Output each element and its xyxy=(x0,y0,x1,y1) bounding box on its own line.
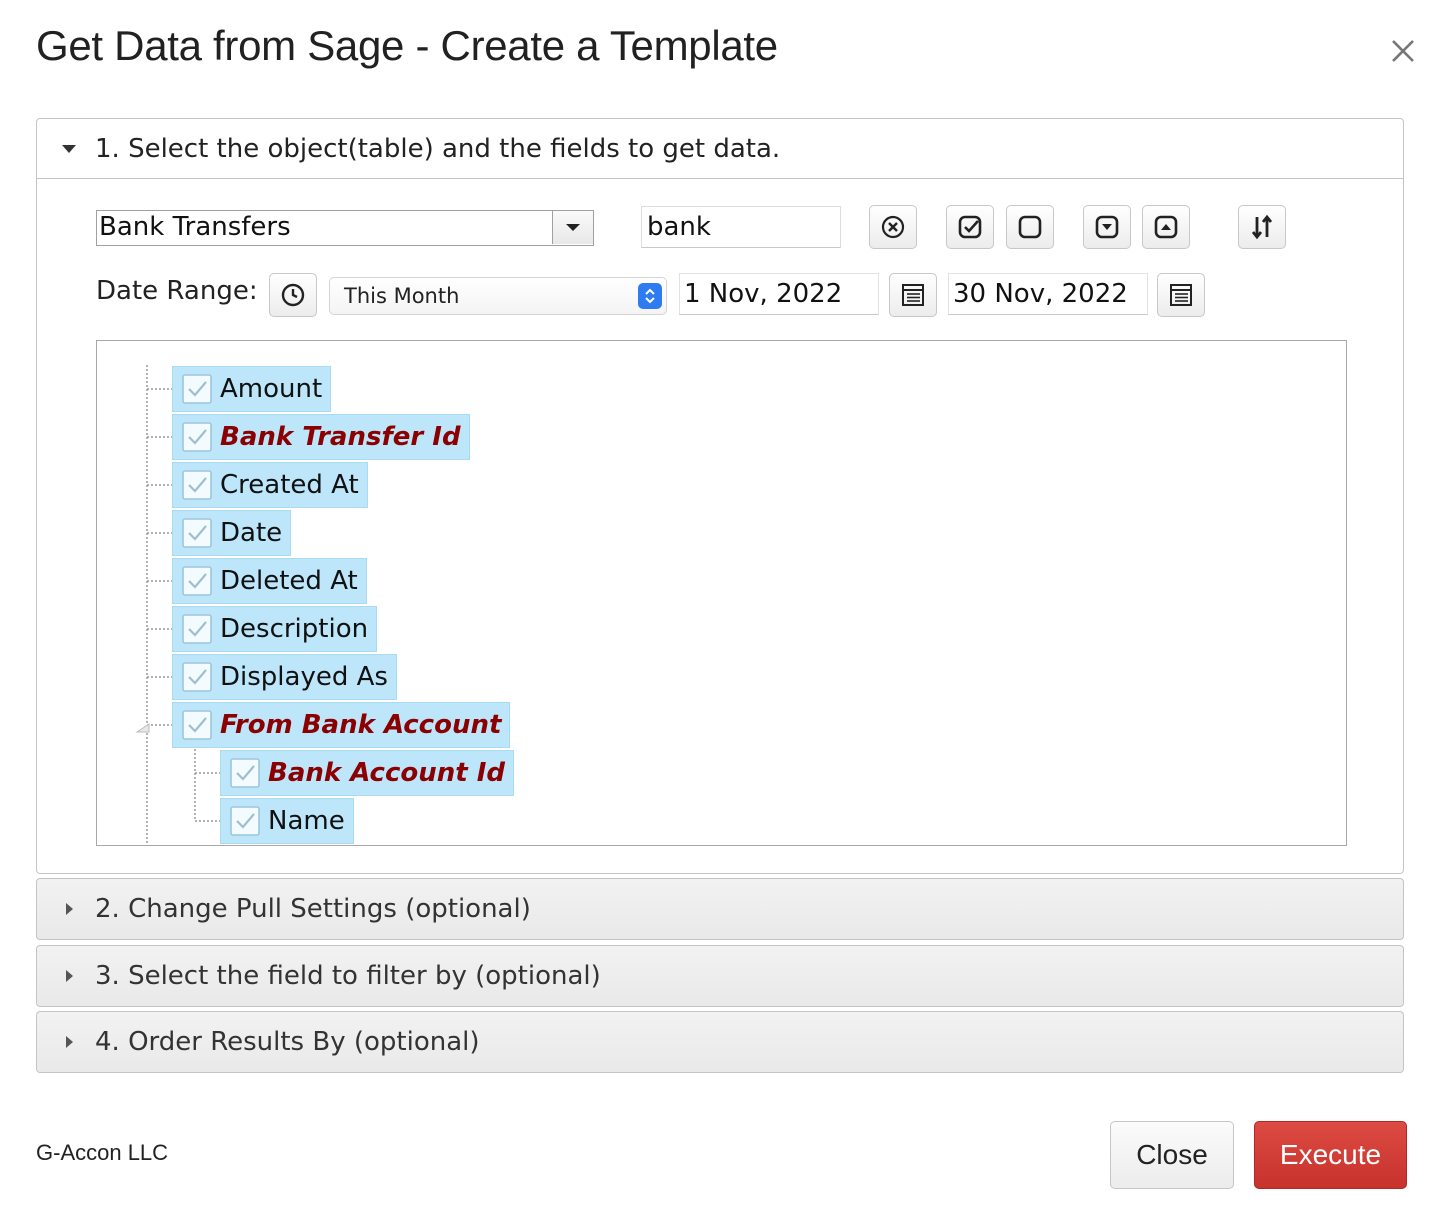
select-stepper-icon xyxy=(638,283,662,309)
search-input[interactable]: bank xyxy=(641,206,841,248)
section-1-title: 1. Select the object(table) and the fiel… xyxy=(95,134,781,164)
section-1-header[interactable]: 1. Select the object(table) and the fiel… xyxy=(37,119,1403,179)
end-date-picker-button[interactable] xyxy=(1157,273,1205,317)
section-select-object: 1. Select the object(table) and the fiel… xyxy=(36,118,1404,874)
section-2-title: 2. Change Pull Settings (optional) xyxy=(95,894,531,924)
end-date-input[interactable]: 30 Nov, 2022 xyxy=(948,273,1148,315)
collapse-all-button[interactable] xyxy=(1083,205,1131,249)
date-range-preset-select[interactable]: This Month xyxy=(329,277,667,315)
uncheck-all-button[interactable] xyxy=(1006,205,1054,249)
caret-right-icon xyxy=(66,970,73,982)
check-all-button[interactable] xyxy=(946,205,994,249)
section-2-header[interactable]: 2. Change Pull Settings (optional) xyxy=(37,879,1403,939)
clear-search-button[interactable] xyxy=(869,205,917,249)
tree-node[interactable]: Created At xyxy=(172,462,368,508)
checkbox-checked-icon[interactable] xyxy=(181,469,213,501)
tree-node-label: Description xyxy=(220,614,369,644)
tree-node-label: Name xyxy=(268,806,345,836)
sort-icon xyxy=(1251,214,1273,240)
caret-right-icon xyxy=(66,903,73,915)
field-tree[interactable]: Amount Bank Transfer Id Created At Date Dele… xyxy=(96,340,1347,846)
tree-node[interactable]: Name xyxy=(220,798,354,844)
close-button[interactable]: Close xyxy=(1110,1121,1234,1189)
section-filter-field[interactable]: 3. Select the field to filter by (option… xyxy=(36,945,1404,1007)
uncheck-all-icon xyxy=(1018,215,1042,239)
execute-button[interactable]: Execute xyxy=(1254,1121,1407,1189)
checkbox-checked-icon[interactable] xyxy=(181,373,213,405)
date-range-clock-button[interactable] xyxy=(269,273,317,317)
tree-node-label: Bank Transfer Id xyxy=(220,422,461,452)
tree-node[interactable]: Deleted At xyxy=(172,558,367,604)
tree-node-label: Deleted At xyxy=(220,566,358,596)
caret-right-icon xyxy=(66,1036,73,1048)
calendar-list-icon xyxy=(902,284,924,306)
checkbox-checked-icon[interactable] xyxy=(181,613,213,645)
dropdown-arrow-icon[interactable] xyxy=(552,211,593,244)
checkbox-checked-icon[interactable] xyxy=(229,805,261,837)
checkbox-checked-icon[interactable] xyxy=(181,517,213,549)
tree-node[interactable]: Description xyxy=(172,606,378,652)
calendar-list-icon xyxy=(1170,284,1192,306)
section-pull-settings[interactable]: 2. Change Pull Settings (optional) xyxy=(36,878,1404,940)
tree-node-label: From Bank Account xyxy=(220,710,502,740)
checkbox-checked-icon[interactable] xyxy=(181,565,213,597)
start-date-picker-button[interactable] xyxy=(889,273,937,317)
sort-button[interactable] xyxy=(1238,205,1286,249)
object-select[interactable]: Bank Transfers xyxy=(96,210,594,246)
tree-node-label: Date xyxy=(220,518,283,548)
checkbox-checked-icon[interactable] xyxy=(181,421,213,453)
clock-icon xyxy=(281,283,305,307)
section-3-header[interactable]: 3. Select the field to filter by (option… xyxy=(37,946,1403,1006)
section-4-title: 4. Order Results By (optional) xyxy=(95,1027,480,1057)
start-date-input[interactable]: 1 Nov, 2022 xyxy=(679,273,879,315)
tree-node[interactable]: Date xyxy=(172,510,292,556)
check-all-icon xyxy=(958,215,982,239)
section-4-header[interactable]: 4. Order Results By (optional) xyxy=(37,1012,1403,1072)
tree-node-label: Bank Account Id xyxy=(268,758,506,788)
tree-node[interactable]: Bank Transfer Id xyxy=(172,414,470,460)
section-3-title: 3. Select the field to filter by (option… xyxy=(95,961,601,991)
date-range-label: Date Range: xyxy=(96,276,258,306)
expand-all-button[interactable] xyxy=(1142,205,1190,249)
object-select-value: Bank Transfers xyxy=(99,212,291,242)
section-order-results[interactable]: 4. Order Results By (optional) xyxy=(36,1011,1404,1073)
expand-icon xyxy=(1154,215,1178,239)
dialog-title: Get Data from Sage - Create a Template xyxy=(36,22,778,69)
checkbox-checked-icon[interactable] xyxy=(229,757,261,789)
company-brand: G-Accon LLC xyxy=(36,1140,169,1165)
collapse-icon xyxy=(1095,215,1119,239)
checkbox-checked-icon[interactable] xyxy=(181,709,213,741)
checkbox-checked-icon[interactable] xyxy=(181,661,213,693)
tree-node[interactable]: Displayed As xyxy=(172,654,397,700)
date-range-preset-value: This Month xyxy=(344,284,460,308)
tree-node-label: Created At xyxy=(220,470,359,500)
clear-search-icon xyxy=(881,215,905,239)
tree-node[interactable]: Bank Account Id xyxy=(220,750,515,796)
tree-node-label: Displayed As xyxy=(220,662,388,692)
close-icon[interactable] xyxy=(1386,34,1420,68)
caret-down-icon xyxy=(62,145,76,153)
tree-node[interactable]: Amount xyxy=(172,366,332,412)
tree-node-label: Amount xyxy=(220,374,323,404)
tree-node[interactable]: From Bank Account xyxy=(172,702,511,748)
